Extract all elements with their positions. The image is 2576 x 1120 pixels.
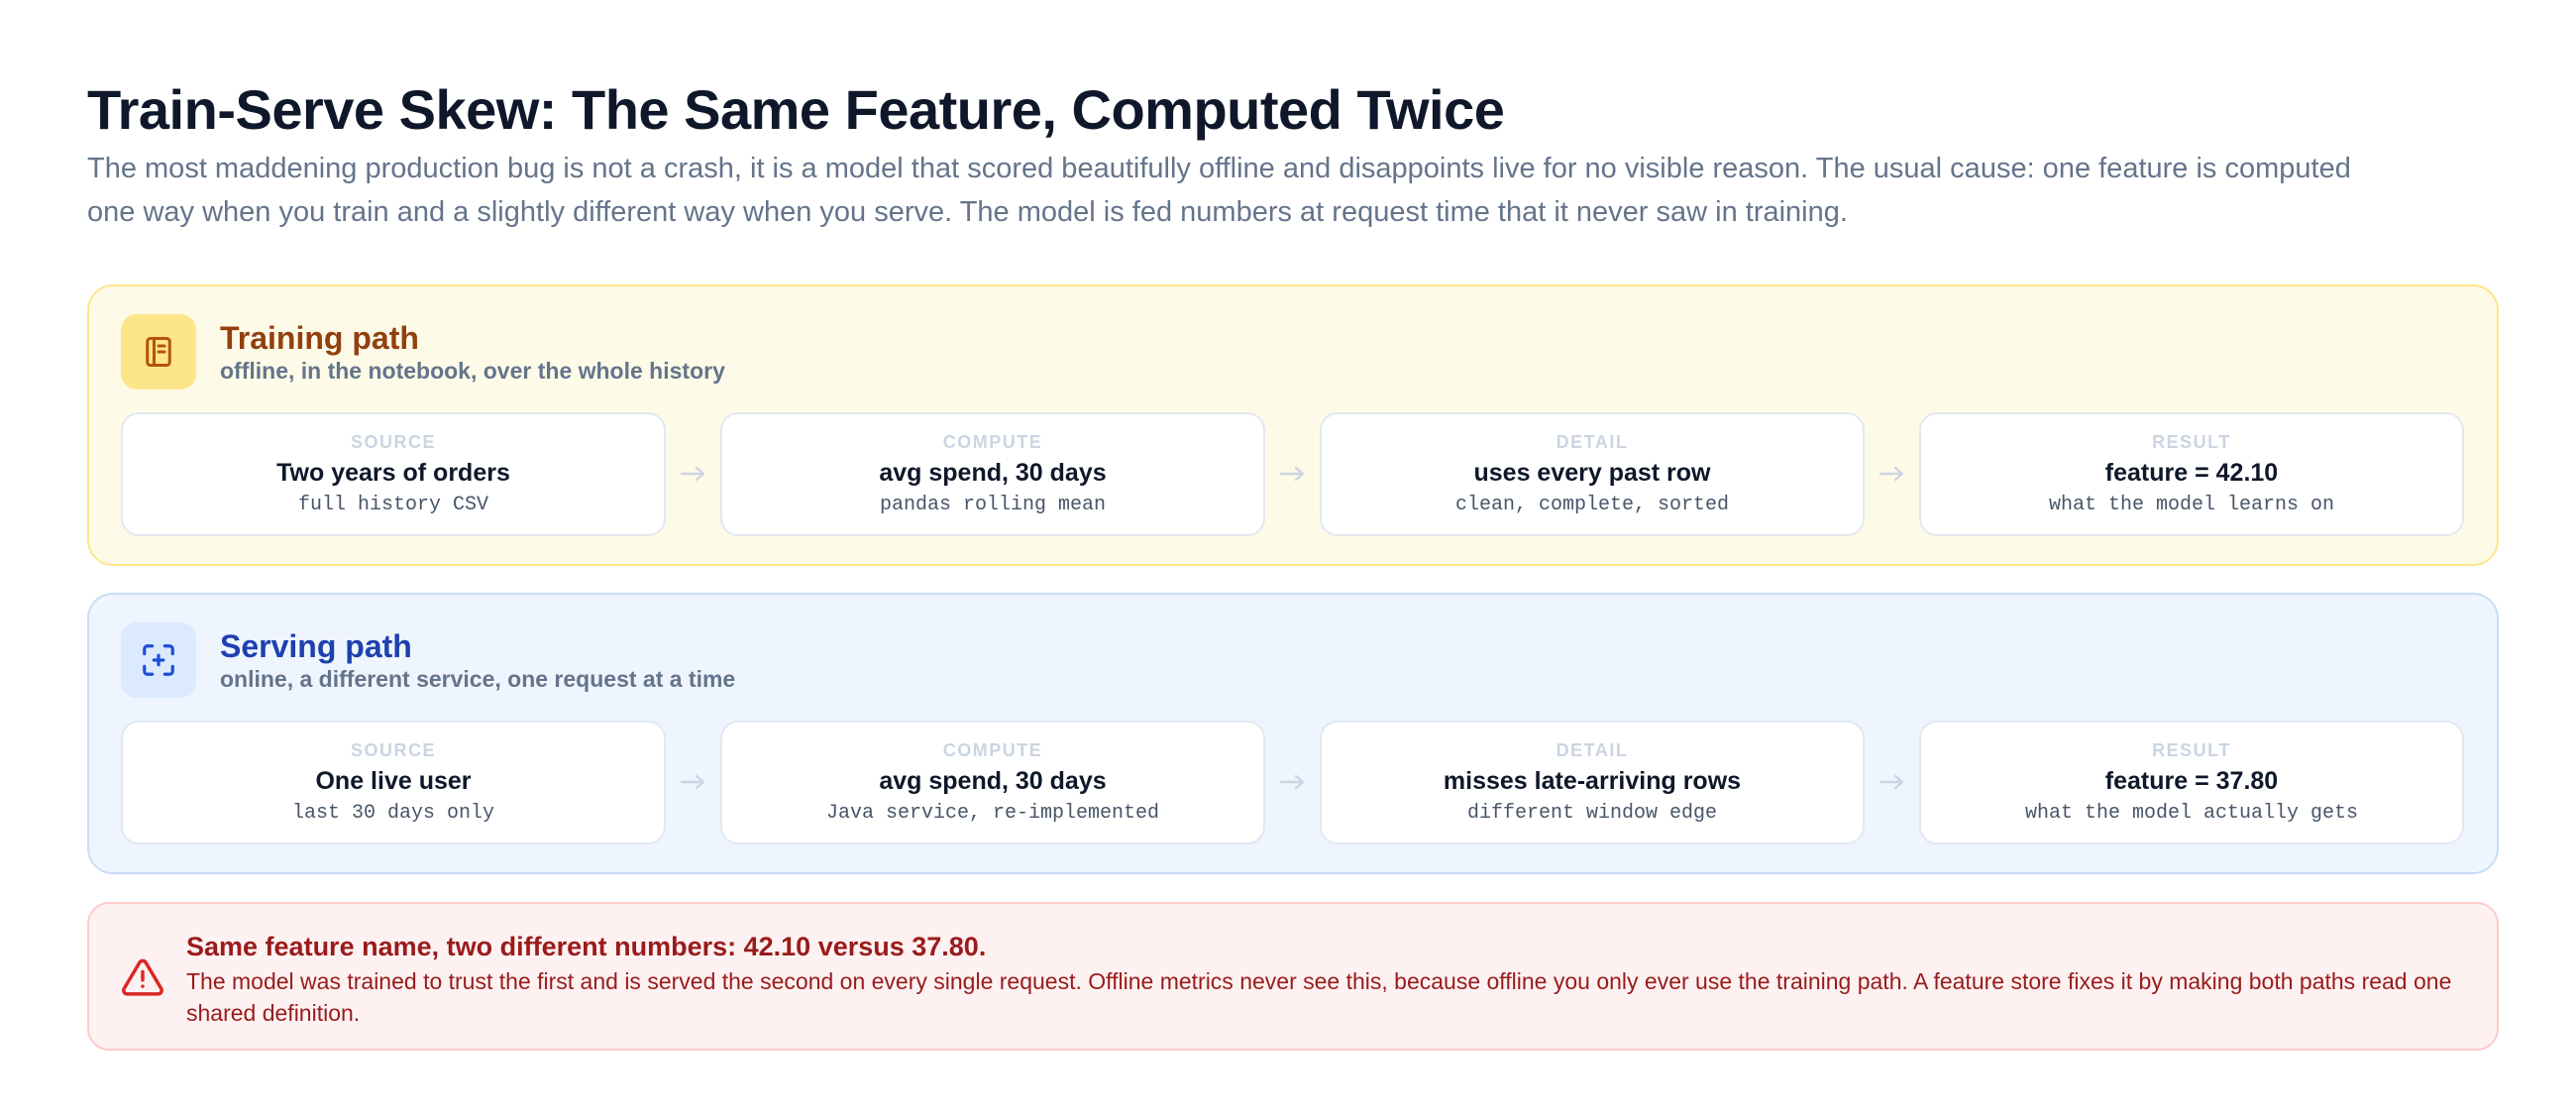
arrow-right-icon — [666, 456, 720, 492]
step-note: what the model learns on — [2048, 494, 2335, 516]
warning-triangle-icon — [121, 955, 164, 999]
step-note: clean, complete, sorted — [1454, 494, 1730, 516]
step-label: SOURCE — [350, 740, 436, 760]
step-value: avg spend, 30 days — [879, 459, 1107, 487]
training-path-subtitle: offline, in the notebook, over the whole… — [220, 358, 725, 384]
step-value: One live user — [315, 767, 472, 795]
page-title: Train-Serve Skew: The Same Feature, Comp… — [87, 78, 1505, 141]
arrow-right-icon — [1865, 456, 1919, 492]
step-note: last 30 days only — [291, 802, 495, 825]
serving-step-compute: COMPUTE avg spend, 30 days Java service,… — [720, 721, 1265, 844]
step-label: COMPUTE — [942, 432, 1043, 452]
arrow-right-icon — [1265, 764, 1320, 800]
arrow-right-icon — [666, 764, 720, 800]
arrow-right-icon — [1265, 456, 1320, 492]
training-step-result: RESULT feature = 42.10 what the model le… — [1919, 412, 2464, 536]
serving-step-result: RESULT feature = 37.80 what the model ac… — [1919, 721, 2464, 844]
skew-warning-callout: Same feature name, two different numbers… — [87, 902, 2499, 1051]
step-label: SOURCE — [350, 432, 436, 452]
step-value: misses late-arriving rows — [1443, 767, 1742, 795]
page-subtitle: The most maddening production bug is not… — [87, 153, 2351, 228]
warning-title: Same feature name, two different numbers… — [186, 932, 987, 961]
focus-plus-icon — [121, 622, 196, 698]
serving-path-subtitle: online, a different service, one request… — [220, 666, 736, 692]
training-step-source: SOURCE Two years of orders full history … — [121, 412, 666, 536]
step-value: feature = 42.10 — [2104, 459, 2279, 487]
step-label: DETAIL — [1556, 432, 1629, 452]
step-value: uses every past row — [1473, 459, 1711, 487]
serving-step-detail: DETAIL misses late-arriving rows differe… — [1320, 721, 1865, 844]
step-label: RESULT — [2152, 432, 2231, 452]
training-path-panel: Training path offline, in the notebook, … — [87, 284, 2499, 566]
warning-body: The model was trained to trust the first… — [186, 968, 2452, 1026]
step-note: full history CSV — [297, 494, 489, 516]
step-label: RESULT — [2152, 740, 2231, 760]
step-note: different window edge — [1466, 802, 1718, 825]
notebook-icon — [121, 314, 196, 390]
serving-step-source: SOURCE One live user last 30 days only — [121, 721, 666, 844]
training-step-detail: DETAIL uses every past row clean, comple… — [1320, 412, 1865, 536]
page: Train-Serve Skew: The Same Feature, Comp… — [0, 0, 2576, 1120]
step-value: avg spend, 30 days — [879, 767, 1107, 795]
step-label: DETAIL — [1556, 740, 1629, 760]
arrow-right-icon — [1865, 764, 1919, 800]
serving-path-title: Serving path — [220, 628, 412, 664]
training-step-compute: COMPUTE avg spend, 30 days pandas rollin… — [720, 412, 1265, 536]
step-label: COMPUTE — [942, 740, 1043, 760]
serving-path-panel: Serving path online, a different service… — [87, 593, 2499, 874]
step-note: pandas rolling mean — [879, 494, 1107, 516]
step-value: Two years of orders — [276, 459, 510, 487]
step-note: what the model actually gets — [2024, 802, 2359, 825]
step-value: feature = 37.80 — [2104, 767, 2279, 795]
step-note: Java service, re-implemented — [825, 802, 1160, 825]
training-path-title: Training path — [220, 320, 419, 356]
